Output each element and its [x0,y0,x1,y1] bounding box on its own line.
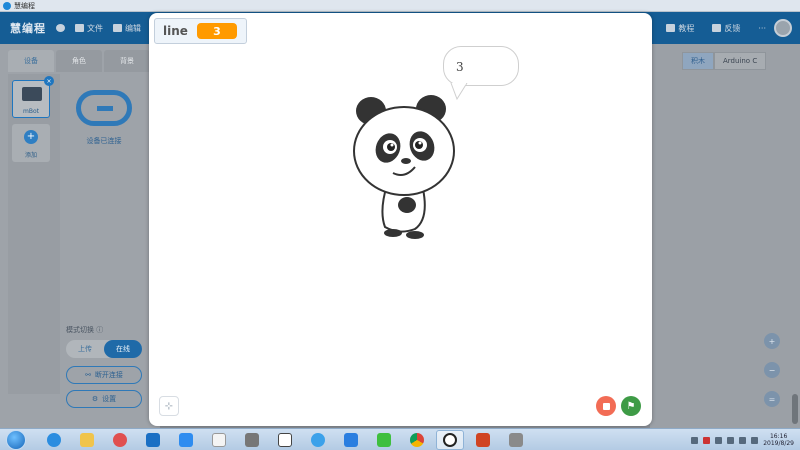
menu-file-label: 文件 [87,23,103,33]
link-icon [76,90,132,126]
calendar-icon[interactable] [205,430,233,450]
menu-edit-label: 编辑 [125,23,141,33]
avatar[interactable] [774,19,792,37]
clock-date: 2019/8/29 [763,440,794,447]
disconnect-label: 断开连接 [94,371,123,379]
taskbar: 16:16 2019/8/29 [0,428,800,450]
variable-monitor: line 3 [154,18,247,44]
feedback-button[interactable]: 反馈 [712,23,740,34]
start-button[interactable] [6,429,26,450]
book-icon [666,24,676,32]
variable-value: 3 [196,23,237,39]
settings-button[interactable]: ⚙ 设置 [66,390,142,408]
app-red-icon[interactable] [106,430,134,450]
feedback-icon [712,24,722,32]
mode-toggle: 上传 在线 [66,340,142,358]
powerpoint-icon[interactable] [469,430,497,450]
tab-backgrounds[interactable]: 背景 [104,50,150,72]
dots-icon[interactable] [271,430,299,450]
globe-icon [56,24,65,32]
clock[interactable]: 16:16 2019/8/29 [763,433,794,447]
tab-sprites[interactable]: 角色 [56,50,102,72]
app-icon [3,1,11,10]
window-titlebar: 慧编程 [0,0,800,12]
cloud-icon[interactable] [304,430,332,450]
settings-label: 设置 [102,395,117,403]
tool-icon[interactable] [238,430,266,450]
tab-blocks[interactable]: 积木 [682,52,714,70]
send-icon[interactable] [337,430,365,450]
tab-devices[interactable]: 设备 [8,50,54,72]
zoom-in-icon[interactable]: + [764,333,780,349]
battery-icon[interactable] [715,436,723,444]
network-warning-icon[interactable] [703,436,711,444]
mode-upload[interactable]: 上传 [66,340,104,358]
right-panel: 积木 Arduino C + − = [650,44,800,428]
plus-icon: + [24,130,38,144]
mode-switch-label: 模式切换 ⓘ [66,326,104,334]
ie-icon[interactable] [40,430,68,450]
disconnect-button[interactable]: ⚯ 断开连接 [66,366,142,384]
photo-icon[interactable] [502,430,530,450]
wechat-icon[interactable] [370,430,398,450]
tray-arrow-icon[interactable] [691,436,699,444]
mode-live[interactable]: 在线 [104,340,142,358]
clock-time: 16:16 [769,433,788,440]
stage-fullscreen: line 3 3 ⊹ ⚑ [149,13,652,426]
left-tabs: 设备 角色 背景 [8,50,152,72]
tab-arduino[interactable]: Arduino C [714,52,767,70]
tutorial-button[interactable]: 教程 [666,23,694,34]
green-flag-button[interactable]: ⚑ [621,396,641,416]
mblock-icon[interactable] [436,429,464,450]
left-panel: 设备 角色 背景 × mBot + 添加 设备已连接 模式切换 ⓘ 上传 在线 … [0,44,160,428]
signal-icon[interactable] [727,436,735,444]
feedback-label: 反馈 [724,23,741,33]
outlook-icon[interactable] [139,430,167,450]
brand-logo: 慧编程 [10,22,46,35]
robot-icon [22,87,42,101]
code-tabs: 积木 Arduino C [682,52,767,70]
panda-sprite[interactable] [349,93,459,243]
flag-icon[interactable] [739,436,747,444]
add-label: 添加 [24,152,37,159]
speech-text: 3 [456,60,464,74]
device-card-mbot[interactable]: × mBot [12,76,54,118]
tutorial-label: 教程 [678,23,695,33]
wrench-icon [113,24,122,32]
variable-name: line [163,24,188,38]
window-title: 慧编程 [14,1,35,10]
system-tray: 16:16 2019/8/29 [691,429,794,450]
device-label: mBot [23,108,39,115]
folder-icon [75,24,84,32]
menu-edit[interactable]: 编辑 [113,23,141,34]
close-icon[interactable]: × [44,76,54,86]
stop-button[interactable] [596,396,616,416]
add-device-button[interactable]: + 添加 [12,124,50,162]
zoom-reset-icon[interactable]: = [764,391,780,407]
speech-bubble: 3 [443,46,519,86]
connection-status: 设备已连接 [86,137,122,145]
zoom-out-icon[interactable]: − [764,362,780,378]
device-list: × mBot + 添加 [8,74,60,394]
chrome-icon[interactable] [403,430,431,450]
more-icon: ··· [758,23,766,33]
exit-fullscreen-icon[interactable]: ⊹ [159,396,179,416]
menu-globe[interactable] [56,24,65,32]
notes-icon[interactable] [172,430,200,450]
gear-icon: ⚙ [91,395,99,403]
explorer-icon[interactable] [73,430,101,450]
volume-icon[interactable] [751,436,759,444]
menu-file[interactable]: 文件 [75,23,103,34]
unlink-icon: ⚯ [85,371,91,379]
more-button[interactable]: ··· [758,24,766,33]
scrollbar[interactable] [792,394,798,424]
